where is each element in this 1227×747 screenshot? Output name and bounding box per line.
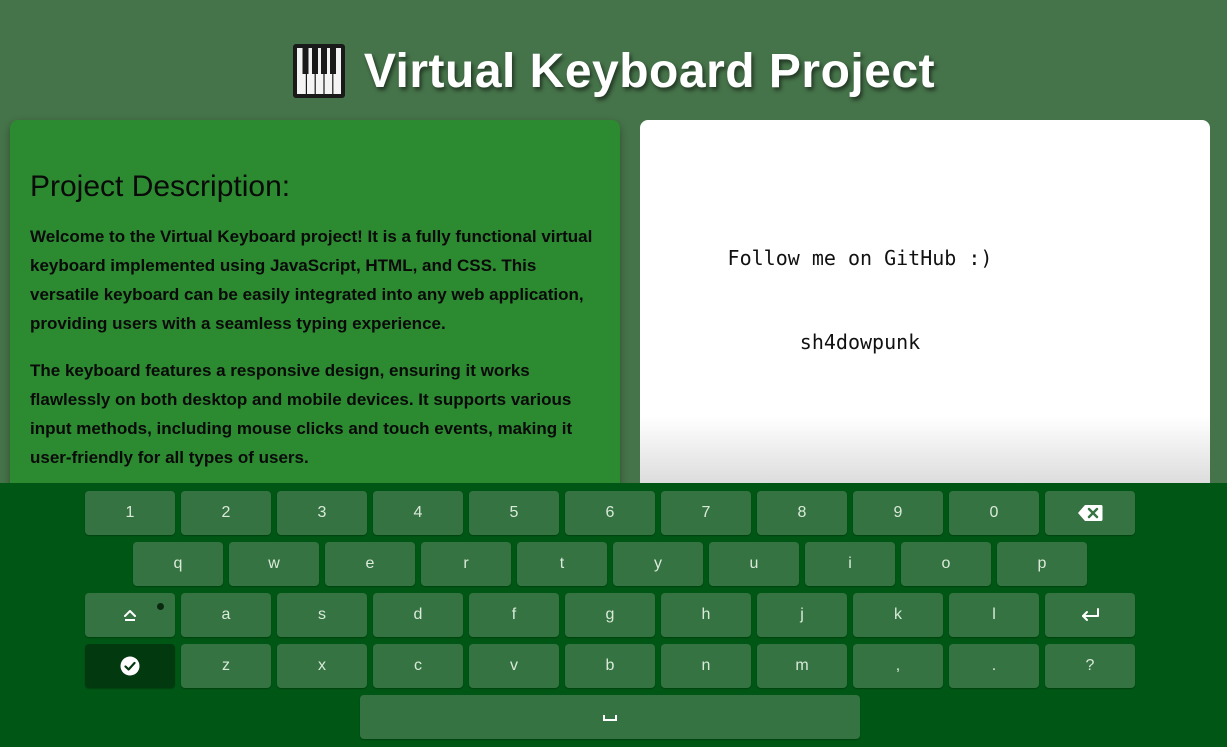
key-u[interactable]: u <box>709 542 799 586</box>
space-key[interactable] <box>360 695 860 739</box>
key-t[interactable]: t <box>517 542 607 586</box>
key-i[interactable]: i <box>805 542 895 586</box>
keyboard-row-2: q w e r t y u i o p <box>0 542 1227 586</box>
key-w[interactable]: w <box>229 542 319 586</box>
key-v[interactable]: v <box>469 644 559 688</box>
caps-indicator <box>157 603 164 610</box>
key-x[interactable]: x <box>277 644 367 688</box>
key-s[interactable]: s <box>277 593 367 637</box>
key-h[interactable]: h <box>661 593 751 637</box>
page-title: Virtual Keyboard Project <box>363 44 936 98</box>
typed-line: Follow me on GitHub :) <box>727 246 993 270</box>
key-2[interactable]: 2 <box>181 491 271 535</box>
key-p[interactable]: p <box>997 542 1087 586</box>
project-description-panel: Project Description: Welcome to the Virt… <box>10 120 620 500</box>
description-heading: Project Description: <box>30 170 291 203</box>
key-1[interactable]: 1 <box>85 491 175 535</box>
key-l[interactable]: l <box>949 593 1039 637</box>
caps-lock-key[interactable] <box>85 593 175 637</box>
enter-key[interactable] <box>1045 593 1135 637</box>
title-wrap: Virtual Keyboard Project <box>292 43 935 99</box>
keyboard-row-5 <box>0 695 1227 739</box>
done-key[interactable] <box>85 644 175 688</box>
key-b[interactable]: b <box>565 644 655 688</box>
key-period[interactable]: . <box>949 644 1039 688</box>
virtual-keyboard: 1 2 3 4 5 6 7 8 9 0 q w e r t y u i o p <box>0 483 1227 747</box>
key-a[interactable]: a <box>181 593 271 637</box>
caps-lock-icon <box>124 610 136 621</box>
key-6[interactable]: 6 <box>565 491 655 535</box>
key-d[interactable]: d <box>373 593 463 637</box>
keyboard-row-3: a s d f g h j k l <box>0 593 1227 637</box>
keyboard-row-1: 1 2 3 4 5 6 7 8 9 0 <box>0 491 1227 535</box>
key-question[interactable]: ? <box>1045 644 1135 688</box>
key-o[interactable]: o <box>901 542 991 586</box>
key-e[interactable]: e <box>325 542 415 586</box>
key-m[interactable]: m <box>757 644 847 688</box>
key-g[interactable]: g <box>565 593 655 637</box>
key-j[interactable]: j <box>757 593 847 637</box>
key-0[interactable]: 0 <box>949 491 1039 535</box>
header: Virtual Keyboard Project <box>0 36 1227 106</box>
enter-icon <box>1082 608 1099 621</box>
typed-text: Follow me on GitHub :) sh4dowpunk <box>640 188 1080 412</box>
key-c[interactable]: c <box>373 644 463 688</box>
space-icon <box>603 715 617 721</box>
typed-line: sh4dowpunk <box>799 330 921 354</box>
key-3[interactable]: 3 <box>277 491 367 535</box>
key-z[interactable]: z <box>181 644 271 688</box>
text-area[interactable]: Follow me on GitHub :) sh4dowpunk <box>640 120 1210 500</box>
keyboard-row-4: z x c v b n m , . ? <box>0 644 1227 688</box>
description-paragraph: Welcome to the Virtual Keyboard project!… <box>30 227 593 333</box>
key-8[interactable]: 8 <box>757 491 847 535</box>
key-y[interactable]: y <box>613 542 703 586</box>
key-n[interactable]: n <box>661 644 751 688</box>
key-9[interactable]: 9 <box>853 491 943 535</box>
key-comma[interactable]: , <box>853 644 943 688</box>
key-4[interactable]: 4 <box>373 491 463 535</box>
key-k[interactable]: k <box>853 593 943 637</box>
key-q[interactable]: q <box>133 542 223 586</box>
key-5[interactable]: 5 <box>469 491 559 535</box>
backspace-key[interactable] <box>1045 491 1135 535</box>
piano-icon <box>292 44 345 98</box>
key-f[interactable]: f <box>469 593 559 637</box>
key-r[interactable]: r <box>421 542 511 586</box>
checkmark-icon <box>120 656 140 676</box>
key-7[interactable]: 7 <box>661 491 751 535</box>
backspace-icon <box>1078 505 1103 521</box>
description-paragraph: The keyboard features a responsive desig… <box>30 361 573 467</box>
